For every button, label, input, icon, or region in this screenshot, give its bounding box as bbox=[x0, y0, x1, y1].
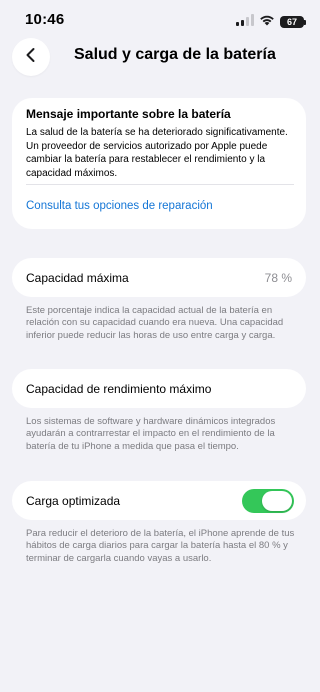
status-bar: 10:46 67 bbox=[0, 0, 320, 40]
page-title: Salud y carga de la batería bbox=[74, 46, 276, 63]
battery-cap bbox=[304, 19, 306, 25]
maximum-capacity-label: Capacidad máxima bbox=[26, 271, 129, 285]
optimized-charging-label: Carga optimizada bbox=[26, 494, 121, 508]
message-title: Mensaje importante sobre la batería bbox=[26, 107, 231, 121]
back-button[interactable] bbox=[12, 38, 50, 76]
status-icons: 67 bbox=[236, 13, 306, 31]
chevron-left-icon bbox=[24, 47, 38, 68]
optimized-charging-footnote: Para reducir el deterioro de la batería,… bbox=[26, 528, 295, 564]
important-message-card: Mensaje importante sobre la batería La s… bbox=[12, 98, 306, 229]
optimized-charging-row: Carga optimizada bbox=[12, 481, 306, 520]
peak-performance-footnote: Los sistemas de software y hardware diná… bbox=[26, 416, 276, 452]
signal-icon bbox=[236, 13, 254, 31]
maximum-capacity-row: Capacidad máxima 78 % bbox=[12, 258, 306, 297]
maximum-capacity-footnote: Este porcentaje indica la capacidad actu… bbox=[26, 305, 284, 341]
peak-performance-label: Capacidad de rendimiento máximo bbox=[26, 382, 212, 396]
battery-health-screen: 10:46 67 Salud y carga de la batería Men… bbox=[0, 0, 320, 692]
optimized-charging-toggle[interactable] bbox=[242, 489, 294, 513]
divider bbox=[26, 184, 294, 185]
message-body: La salud de la batería se ha deteriorado… bbox=[26, 127, 288, 179]
status-time: 10:46 bbox=[25, 11, 65, 28]
battery-level: 67 bbox=[286, 17, 297, 27]
battery-body: 67 bbox=[280, 16, 304, 28]
wifi-icon bbox=[259, 13, 275, 31]
battery-icon: 67 bbox=[280, 16, 306, 28]
peak-performance-row: Capacidad de rendimiento máximo bbox=[12, 369, 306, 408]
maximum-capacity-value: 78 % bbox=[264, 271, 292, 285]
repair-options-link[interactable]: Consulta tus opciones de reparación bbox=[26, 200, 213, 212]
toggle-knob bbox=[262, 491, 292, 511]
